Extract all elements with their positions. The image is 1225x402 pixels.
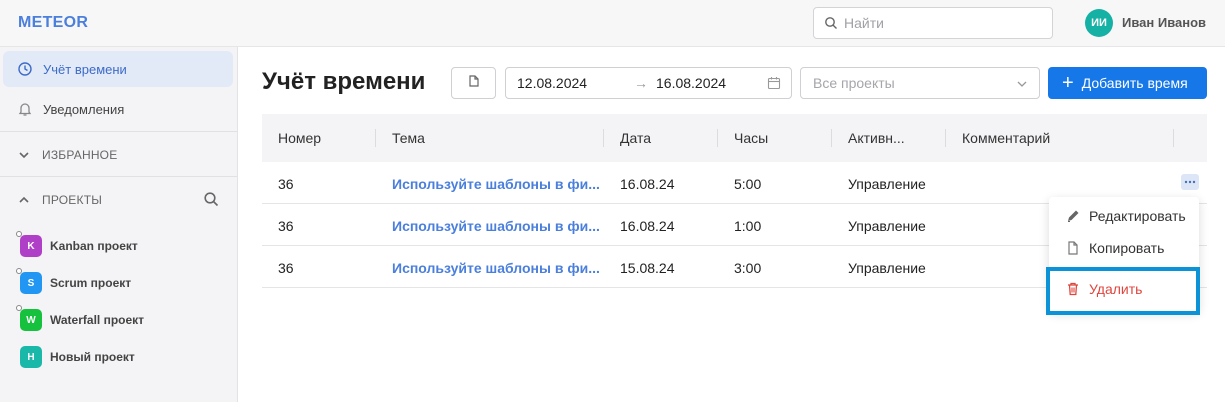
arrow-right-icon: → <box>634 75 648 91</box>
project-badge: Н <box>20 346 42 368</box>
column-divider[interactable] <box>717 129 718 147</box>
project-name: Scrum проект <box>50 276 132 290</box>
project-name: Kanban проект <box>50 239 138 253</box>
chevron-down-icon <box>1016 78 1028 90</box>
favorites-section-toggle[interactable]: ИЗБРАННОЕ <box>18 148 117 162</box>
project-select[interactable]: Все проекты <box>800 67 1040 99</box>
more-icon <box>1184 180 1196 184</box>
search-icon[interactable] <box>203 191 219 207</box>
cell-hours: 1:00 <box>734 218 762 234</box>
delete-highlight-box <box>1046 267 1200 315</box>
sidebar-divider <box>0 131 237 132</box>
column-divider[interactable] <box>375 129 376 147</box>
calendar-icon <box>767 76 781 90</box>
column-divider[interactable] <box>603 129 604 147</box>
menu-item-label: Редактировать <box>1089 208 1186 224</box>
date-to[interactable]: 16.08.2024 <box>656 75 726 91</box>
cell-date: 15.08.24 <box>620 260 675 276</box>
cell-number: 36 <box>278 218 294 234</box>
column-divider[interactable] <box>1173 129 1174 147</box>
cell-topic-link[interactable]: Используйте шаблоны в фи... <box>392 218 600 234</box>
add-time-label: Добавить время <box>1081 75 1188 91</box>
cell-topic-link[interactable]: Используйте шаблоны в фи... <box>392 176 600 192</box>
menu-item-label: Копировать <box>1089 240 1165 256</box>
plus-icon: + <box>1062 72 1074 94</box>
project-name: Новый проект <box>50 350 135 364</box>
date-range-picker[interactable]: 12.08.2024 → 16.08.2024 <box>505 67 792 99</box>
cell-topic-link[interactable]: Используйте шаблоны в фи... <box>392 260 600 276</box>
sidebar: Учёт времени Уведомления ИЗБРАННОЕ ПРОЕК… <box>0 47 238 402</box>
cell-date: 16.08.24 <box>620 176 675 192</box>
project-badge: S <box>16 268 42 294</box>
favorites-label: ИЗБРАННОЕ <box>42 148 118 162</box>
clock-icon <box>17 61 33 77</box>
favorite-dot <box>16 231 22 237</box>
search-box[interactable] <box>813 7 1053 39</box>
sidebar-project-kanban[interactable]: K Kanban проект <box>16 231 138 257</box>
column-hours[interactable]: Часы <box>734 130 768 146</box>
add-time-button[interactable]: + Добавить время <box>1048 67 1207 99</box>
copy-button[interactable] <box>451 67 496 99</box>
projects-label: ПРОЕКТЫ <box>42 193 103 207</box>
menu-item-edit[interactable]: Редактировать <box>1065 208 1186 224</box>
search-input[interactable] <box>844 15 1034 31</box>
page-title: Учёт времени <box>262 68 426 95</box>
copy-icon <box>467 74 481 93</box>
cell-hours: 3:00 <box>734 260 762 276</box>
column-activity[interactable]: Активн... <box>848 130 905 146</box>
cell-date: 16.08.24 <box>620 218 675 234</box>
bell-icon <box>17 101 33 117</box>
copy-icon <box>1065 240 1081 256</box>
favorite-dot <box>16 268 22 274</box>
chevron-down-icon <box>18 149 30 161</box>
projects-section-toggle[interactable]: ПРОЕКТЫ <box>18 193 102 207</box>
cell-hours: 5:00 <box>734 176 762 192</box>
sidebar-project-scrum[interactable]: S Scrum проект <box>16 268 132 294</box>
user-avatar[interactable]: ИИ <box>1085 9 1113 37</box>
project-badge: W <box>16 305 42 331</box>
menu-item-copy[interactable]: Копировать <box>1065 240 1164 256</box>
favorite-dot <box>16 305 22 311</box>
cell-activity: Управление <box>848 176 926 192</box>
row-actions-button[interactable] <box>1181 174 1199 190</box>
cell-activity: Управление <box>848 260 926 276</box>
sidebar-item-time-tracking[interactable]: Учёт времени <box>3 51 233 87</box>
column-topic[interactable]: Тема <box>392 130 425 146</box>
column-date[interactable]: Дата <box>620 130 651 146</box>
cell-number: 36 <box>278 176 294 192</box>
column-comment[interactable]: Комментарий <box>962 130 1050 146</box>
search-icon <box>824 16 838 30</box>
project-select-placeholder: Все проекты <box>813 75 895 91</box>
project-badge: K <box>16 231 42 257</box>
table-header: Номер Тема Дата Часы Активн... Комментар… <box>262 114 1207 162</box>
sidebar-divider <box>0 176 237 177</box>
sidebar-project-new[interactable]: Н Новый проект <box>20 346 135 368</box>
chevron-up-icon <box>18 194 30 206</box>
app-logo[interactable]: METEOR <box>18 14 88 32</box>
top-bar: METEOR ИИ Иван Иванов <box>0 0 1225 47</box>
sidebar-item-label: Уведомления <box>43 101 125 117</box>
sidebar-item-notifications[interactable]: Уведомления <box>3 91 233 127</box>
date-from[interactable]: 12.08.2024 <box>517 75 587 91</box>
column-divider[interactable] <box>945 129 946 147</box>
cell-activity: Управление <box>848 218 926 234</box>
sidebar-project-waterfall[interactable]: W Waterfall проект <box>16 305 145 331</box>
column-number[interactable]: Номер <box>278 130 321 146</box>
sidebar-item-label: Учёт времени <box>43 61 127 77</box>
pencil-icon <box>1065 208 1081 224</box>
cell-number: 36 <box>278 260 294 276</box>
project-name: Waterfall проект <box>50 313 145 327</box>
user-name[interactable]: Иван Иванов <box>1122 15 1206 30</box>
column-divider[interactable] <box>831 129 832 147</box>
